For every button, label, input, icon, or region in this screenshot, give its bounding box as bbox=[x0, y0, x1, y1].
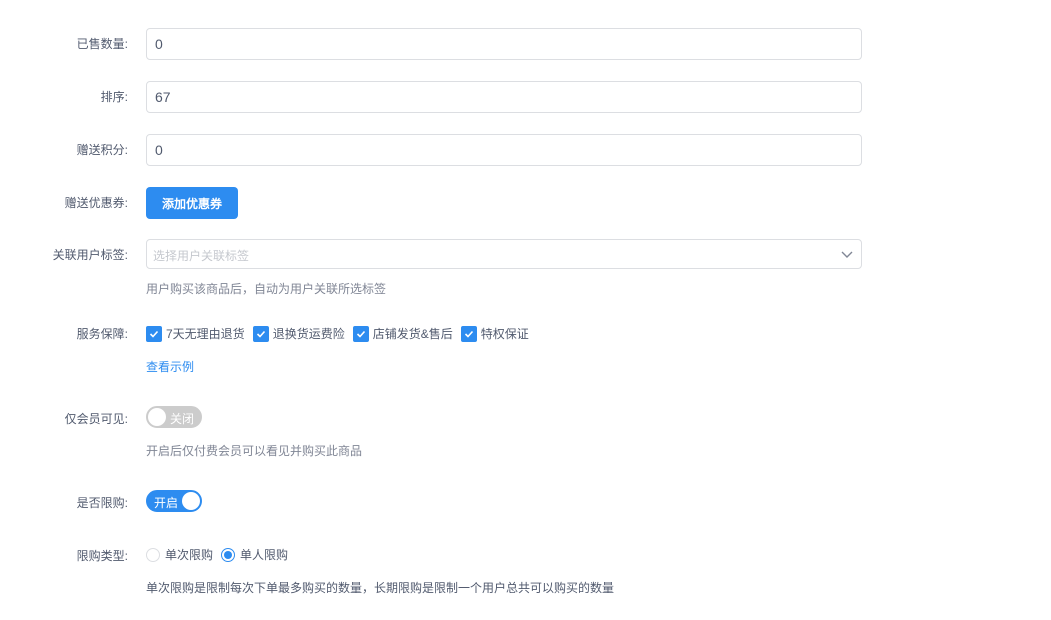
user-tags-label: 关联用户标签: bbox=[52, 248, 128, 262]
radio-unchecked-icon[interactable] bbox=[146, 547, 160, 562]
purchase-limit-label: 是否限购: bbox=[76, 496, 128, 510]
service-option-1[interactable]: 7天无理由退货 bbox=[146, 325, 245, 342]
gift-points-label: 赠送积分: bbox=[76, 143, 128, 157]
switch-text: 关闭 bbox=[170, 412, 195, 426]
service-option-2[interactable]: 退换货运费险 bbox=[252, 325, 345, 342]
add-coupon-button[interactable]: 添加优惠券 bbox=[146, 187, 238, 219]
service-checkbox-group: 7天无理由退货 退换货运费险 店铺发货&售后 特权保证 bbox=[146, 325, 537, 342]
limit-type-label: 限购类型: bbox=[76, 549, 128, 563]
limit-type-note: 单次限购是限制每次下单最多购买的数量，长期限购是限制一个用户总共可以购买的数量 bbox=[146, 581, 615, 595]
member-only-help: 开启后仅付费会员可以看见并购买此商品 bbox=[146, 444, 363, 458]
radio-label: 单人限购 bbox=[240, 548, 289, 562]
switch-knob bbox=[148, 408, 166, 426]
radio-label: 单次限购 bbox=[165, 548, 214, 562]
limit-type-radio-group: 单次限购 单人限购 bbox=[146, 546, 296, 563]
sort-input[interactable] bbox=[146, 81, 862, 113]
switch-knob bbox=[182, 492, 200, 510]
view-example-link[interactable]: 查看示例 bbox=[146, 358, 194, 375]
member-only-switch[interactable]: 关闭 bbox=[146, 406, 202, 428]
checkbox-checked-icon[interactable] bbox=[460, 325, 477, 342]
checkbox-checked-icon[interactable] bbox=[252, 325, 269, 342]
gift-points-input[interactable] bbox=[146, 134, 862, 166]
radio-checked-icon[interactable] bbox=[221, 547, 236, 562]
product-form: 已售数量: 排序: 赠送积分: 赠送优惠券: 添加优惠券 关联用户标签: 选择用… bbox=[0, 0, 1051, 620]
purchase-limit-switch[interactable]: 开启 bbox=[146, 490, 202, 512]
switch-text: 开启 bbox=[154, 496, 179, 510]
sold-count-label: 已售数量: bbox=[76, 37, 128, 51]
checkbox-checked-icon[interactable] bbox=[146, 325, 162, 342]
service-option-label: 店铺发货&售后 bbox=[372, 327, 453, 341]
service-option-4[interactable]: 特权保证 bbox=[460, 325, 529, 342]
limit-type-option-single-order[interactable]: 单次限购 bbox=[146, 546, 213, 563]
limit-type-option-per-user[interactable]: 单人限购 bbox=[221, 546, 288, 563]
sort-label: 排序: bbox=[100, 90, 128, 104]
service-option-label: 退换货运费险 bbox=[272, 327, 345, 341]
gift-coupon-label: 赠送优惠券: bbox=[64, 196, 128, 210]
user-tags-select[interactable]: 选择用户关联标签 bbox=[146, 239, 862, 269]
sold-count-input[interactable] bbox=[146, 28, 862, 60]
service-label: 服务保障: bbox=[76, 327, 128, 341]
service-option-label: 7天无理由退货 bbox=[166, 327, 245, 341]
user-tags-placeholder: 选择用户关联标签 bbox=[153, 249, 250, 263]
service-option-3[interactable]: 店铺发货&售后 bbox=[352, 325, 453, 342]
service-option-label: 特权保证 bbox=[480, 327, 529, 341]
checkbox-checked-icon[interactable] bbox=[352, 325, 369, 342]
user-tags-help: 用户购买该商品后，自动为用户关联所选标签 bbox=[146, 282, 387, 296]
member-only-label: 仅会员可见: bbox=[64, 412, 128, 426]
chevron-down-icon bbox=[841, 251, 853, 258]
